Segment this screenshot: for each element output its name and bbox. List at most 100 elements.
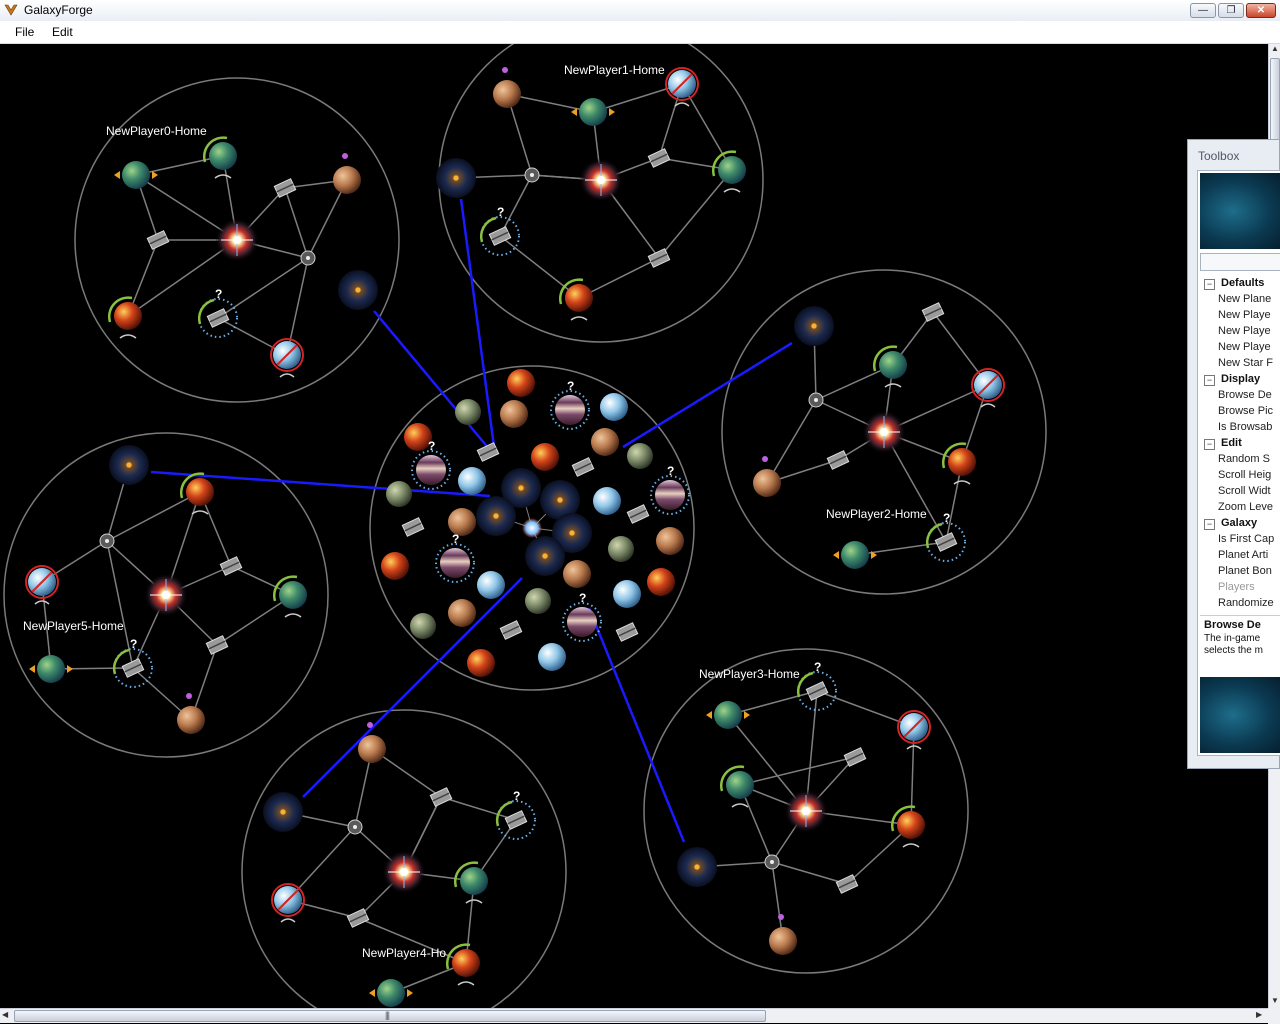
- close-button[interactable]: ✕: [1246, 3, 1276, 18]
- planet-station-icon[interactable]: [300, 250, 316, 266]
- property-row[interactable]: Scroll Widt: [1200, 485, 1280, 501]
- category-defaults[interactable]: − Defaults: [1200, 277, 1280, 293]
- planet-ship-icon[interactable]: [843, 747, 867, 767]
- planet-ice-icon[interactable]: [600, 393, 628, 421]
- planet-ship-icon[interactable]: [626, 504, 650, 524]
- planet-ship-icon[interactable]: [921, 302, 945, 322]
- planet-ice-icon[interactable]: [477, 571, 505, 599]
- toolbox-search-input[interactable]: [1200, 253, 1280, 271]
- galaxy-core-icon[interactable]: [522, 518, 542, 538]
- planet-homeV-icon[interactable]: [180, 472, 214, 515]
- phase-link[interactable]: [587, 607, 686, 843]
- planet-ship-icon[interactable]: [647, 248, 671, 268]
- planet-ice-icon[interactable]: [613, 580, 641, 608]
- planet-moonplanet-icon[interactable]: [410, 613, 436, 639]
- system-label-p0[interactable]: NewPlayer0-Home: [106, 124, 207, 138]
- property-row[interactable]: Browse De: [1200, 389, 1280, 405]
- category-edit[interactable]: − Edit: [1200, 437, 1280, 453]
- planet-desert-icon[interactable]: [448, 599, 476, 627]
- property-row[interactable]: New Playe: [1200, 341, 1280, 357]
- planet-qgas-icon[interactable]: ?: [550, 379, 590, 430]
- property-row[interactable]: Planet Arti: [1200, 549, 1280, 565]
- scroll-left-icon[interactable]: ◀: [2, 1010, 12, 1019]
- collapse-icon[interactable]: −: [1204, 439, 1215, 450]
- property-row[interactable]: New Playe: [1200, 309, 1280, 325]
- property-row[interactable]: Browse Pic: [1200, 405, 1280, 421]
- planet-ice-icon[interactable]: [593, 487, 621, 515]
- property-row[interactable]: New Playe: [1200, 325, 1280, 341]
- property-row[interactable]: New Plane: [1200, 293, 1280, 309]
- system-label-p1[interactable]: NewPlayer1-Home: [564, 63, 665, 77]
- planet-moonT-icon[interactable]: [493, 67, 521, 108]
- phase-lane[interactable]: [739, 756, 856, 786]
- minimize-button[interactable]: —: [1190, 3, 1216, 18]
- planet-station-icon[interactable]: [808, 392, 824, 408]
- phase-link[interactable]: [373, 310, 491, 451]
- system-label-p5[interactable]: NewPlayer5-Home: [23, 619, 124, 633]
- planet-desert-icon[interactable]: [656, 527, 684, 555]
- planet-star-icon[interactable]: [382, 850, 426, 894]
- planet-qship-icon[interactable]: ?: [197, 287, 238, 338]
- property-row[interactable]: Is Browsab: [1200, 421, 1280, 437]
- phase-lane[interactable]: [284, 187, 309, 259]
- category-display[interactable]: − Display: [1200, 373, 1280, 389]
- planet-station-icon[interactable]: [764, 854, 780, 870]
- planet-field-icon[interactable]: [109, 445, 149, 485]
- planet-qship-icon[interactable]: ?: [796, 660, 837, 711]
- planet-qgas-icon[interactable]: ?: [435, 532, 475, 583]
- property-row[interactable]: Zoom Leve: [1200, 501, 1280, 517]
- planet-ship-icon[interactable]: [429, 787, 453, 807]
- planet-trade-icon[interactable]: [571, 98, 615, 126]
- planet-iceX-icon[interactable]: [971, 368, 1005, 408]
- galaxy-canvas[interactable]: ??????????? NewPlayer0-Home NewPlayer1-H…: [0, 44, 1268, 1008]
- planet-moonT-icon[interactable]: [753, 456, 781, 497]
- planet-station-icon[interactable]: [347, 819, 363, 835]
- planet-station-icon[interactable]: [99, 533, 115, 549]
- system-label-p4[interactable]: NewPlayer4-Ho: [362, 946, 446, 960]
- property-row[interactable]: New Star F: [1200, 357, 1280, 373]
- phase-lane[interactable]: [681, 83, 733, 171]
- system-label-p2[interactable]: NewPlayer2-Home: [826, 507, 927, 521]
- phase-lane[interactable]: [766, 399, 817, 484]
- property-row[interactable]: Randomize: [1200, 597, 1280, 613]
- planet-moonT-icon[interactable]: [333, 153, 361, 194]
- planet-star-icon[interactable]: [144, 573, 188, 617]
- planet-ship-icon[interactable]: [571, 457, 595, 477]
- planet-homeT-icon[interactable]: [203, 136, 237, 179]
- phase-lane[interactable]: [499, 235, 580, 299]
- phase-lane[interactable]: [287, 826, 356, 901]
- phase-link[interactable]: [622, 341, 793, 449]
- planet-ship-icon[interactable]: [476, 442, 500, 462]
- planet-field-icon[interactable]: [476, 496, 516, 536]
- planet-ship-icon[interactable]: [146, 230, 170, 250]
- planet-star-icon[interactable]: [784, 789, 828, 833]
- planet-moonplanet-icon[interactable]: [525, 588, 551, 614]
- collapse-icon[interactable]: −: [1204, 519, 1215, 530]
- system-label-p3[interactable]: NewPlayer3-Home: [699, 667, 800, 681]
- collapse-icon[interactable]: −: [1204, 375, 1215, 386]
- planet-desert-icon[interactable]: [563, 560, 591, 588]
- planet-desert-icon[interactable]: [500, 400, 528, 428]
- scroll-right-icon[interactable]: ▶: [1256, 1010, 1266, 1019]
- planet-moonplanet-icon[interactable]: [455, 399, 481, 425]
- phase-lane[interactable]: [771, 861, 848, 885]
- restore-button[interactable]: ❐: [1218, 3, 1244, 18]
- phase-lane[interactable]: [440, 796, 517, 821]
- planet-field-icon[interactable]: [338, 270, 378, 310]
- planet-homeT-icon[interactable]: [720, 765, 754, 808]
- menu-file[interactable]: File: [15, 25, 34, 39]
- planet-volcanic-icon[interactable]: [507, 369, 535, 397]
- planet-field-icon[interactable]: [794, 306, 834, 346]
- planet-moonT-icon[interactable]: [177, 693, 205, 734]
- phase-lane[interactable]: [217, 257, 309, 319]
- planet-volcanic-icon[interactable]: [467, 649, 495, 677]
- scroll-up-icon[interactable]: ▲: [1270, 44, 1280, 56]
- scroll-down-icon[interactable]: ▼: [1270, 996, 1280, 1008]
- planet-iceX-icon[interactable]: [665, 67, 699, 107]
- phase-lane[interactable]: [910, 726, 915, 826]
- planet-ship-icon[interactable]: [615, 622, 639, 642]
- phase-link[interactable]: [302, 577, 523, 798]
- horizontal-scroll-thumb[interactable]: |||: [14, 1010, 766, 1022]
- planet-trade-icon[interactable]: [369, 979, 413, 1007]
- planet-qship-icon[interactable]: ?: [495, 789, 536, 840]
